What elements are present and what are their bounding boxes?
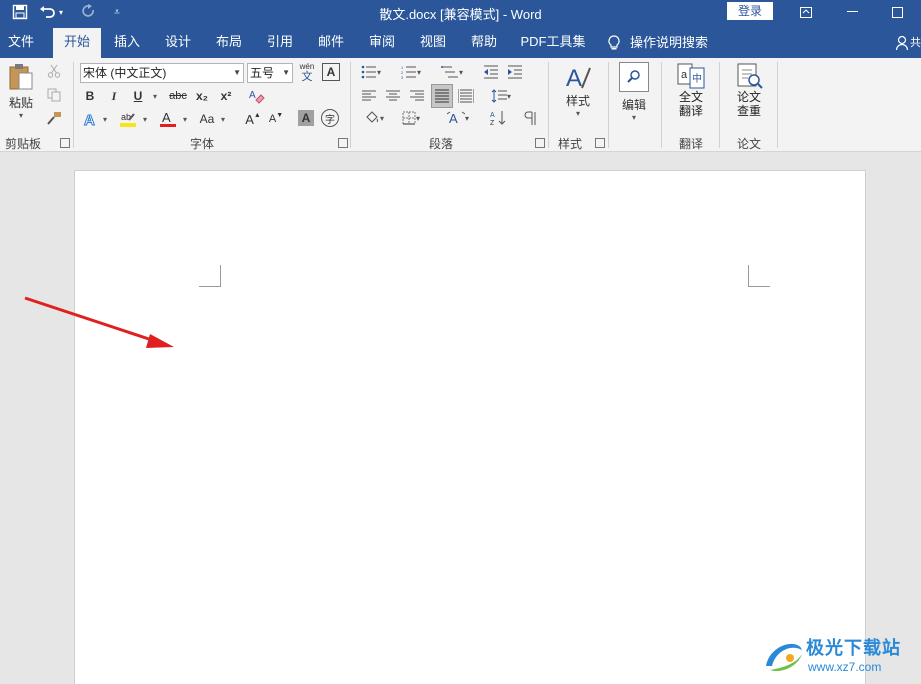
watermark-name: 极光下载站 xyxy=(806,638,901,658)
watermark-logo-icon xyxy=(762,636,806,676)
annotation-arrow xyxy=(24,296,174,348)
watermark-url: www.xz7.com xyxy=(808,660,882,674)
watermark: 极光下载站 www.xz7.com xyxy=(760,632,920,682)
